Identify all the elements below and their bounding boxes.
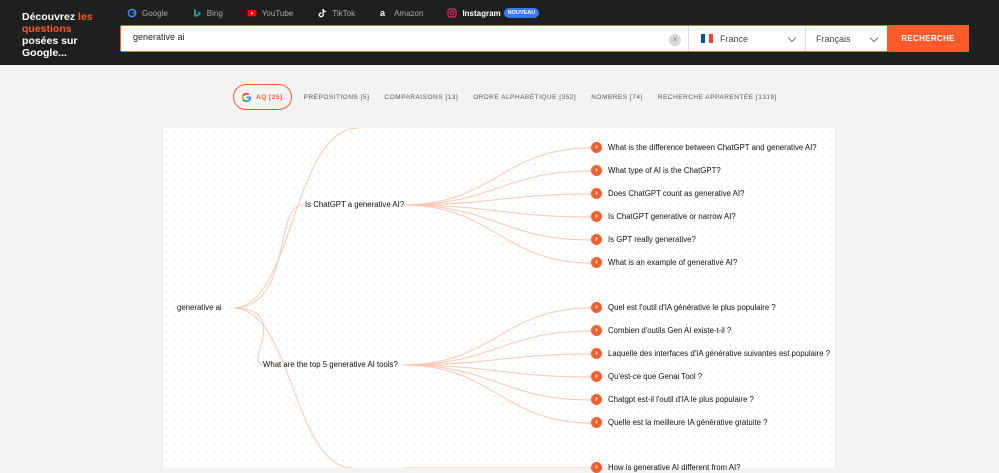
chevron-right-icon: › (591, 234, 602, 245)
search-button[interactable]: RECHERCHE (887, 25, 969, 52)
question-text: What is the difference between ChatGPT a… (608, 143, 817, 152)
question-item[interactable]: › Laquelle des interfaces d'IA générative… (591, 348, 830, 359)
filter-tabs: AQ [25] PRÉPOSITIONS [5] COMPARAISONS [1… (233, 84, 792, 110)
chevron-right-icon: › (591, 348, 602, 359)
brand-highlight: questions (22, 23, 72, 35)
question-text: What is an example of generative AI? (608, 258, 738, 267)
link-group (232, 128, 592, 468)
chevron-right-icon: › (591, 325, 602, 336)
filter-related-search[interactable]: RECHERCHE APPARENTÉE [1319] (658, 94, 777, 101)
tree-link (402, 364, 592, 401)
tab-label: Google (142, 8, 168, 18)
instagram-icon (447, 8, 458, 18)
chevron-right-icon: › (591, 211, 602, 222)
tree-link (402, 204, 592, 241)
language-select[interactable]: Français (805, 26, 887, 51)
amazon-icon: a (380, 8, 386, 18)
question-text: Chatgpt est-il l'outil d'IA le plus popu… (608, 395, 755, 404)
tab-label: Instagram (462, 8, 501, 18)
bing-icon (193, 9, 201, 17)
tab-google[interactable]: Google (127, 6, 168, 20)
tree-link (402, 204, 592, 264)
question-item[interactable]: › Quelle est la meilleure IA générative g… (591, 417, 768, 428)
question-tree-panel: generative ai Is ChatGPT a generative AI… (162, 128, 836, 473)
tiktok-icon (318, 9, 327, 18)
tree-link (232, 128, 359, 309)
question-item[interactable]: › Chatgpt est-il l'outil d'IA le plus pop… (591, 394, 754, 405)
tree-branch[interactable]: What are the top 5 generative AI tools? (263, 360, 398, 369)
chevron-right-icon: › (591, 371, 602, 382)
chevron-right-icon: › (591, 302, 602, 313)
question-text: What type of AI is the ChatGPT? (608, 166, 721, 175)
question-item[interactable]: › Does ChatGPT count as generative AI? (591, 188, 744, 199)
question-item[interactable]: › Qu'est-ce que Genai Tool ? (591, 371, 702, 382)
tree-link (402, 307, 592, 366)
france-flag-icon (701, 34, 713, 43)
country-select[interactable]: France (688, 26, 805, 51)
country-value: France (720, 33, 749, 44)
brand-tagline[interactable]: Découvrez les questions posées sur Googl… (22, 11, 94, 59)
google-icon (127, 8, 137, 18)
tree-branch[interactable]: Is ChatGPT a generative AI? (305, 200, 404, 209)
brand-highlight: les (78, 11, 93, 23)
chevron-right-icon: › (591, 165, 602, 176)
question-item[interactable]: › Is ChatGPT generative or narrow AI? (591, 211, 736, 222)
tab-amazon[interactable]: a Amazon (379, 6, 423, 20)
question-item[interactable]: › What is an example of generative AI? (591, 257, 737, 268)
youtube-icon (247, 10, 257, 17)
tree-link (232, 307, 265, 366)
chevron-down-icon (869, 33, 879, 43)
tab-label: TikTok (332, 8, 356, 18)
tree-root[interactable]: generative ai (177, 303, 222, 312)
filter-numbers[interactable]: NOMBRES [74] (591, 94, 643, 101)
tree-link (402, 364, 592, 424)
question-item[interactable]: › Quel est l'outil d'IA générative le plu… (591, 302, 776, 313)
clear-icon[interactable]: × (669, 34, 681, 46)
question-text: Does ChatGPT count as generative AI? (608, 189, 745, 198)
question-text: Combien d'outils Gen AI existe-t-il ? (608, 326, 732, 335)
question-item[interactable]: › What is the difference between ChatGPT … (591, 142, 817, 153)
question-item[interactable]: › What type of AI is the ChatGPT? (591, 165, 721, 176)
tab-label: YouTube (261, 8, 294, 18)
google-icon (241, 92, 252, 102)
brand-word: posées sur Google... (22, 35, 78, 59)
filter-prepositions[interactable]: PRÉPOSITIONS [5] (304, 94, 370, 101)
tab-youtube[interactable]: YouTube (247, 6, 293, 20)
tab-bing[interactable]: Bing (192, 6, 223, 20)
tab-tiktok[interactable]: TikTok (317, 6, 355, 20)
chevron-right-icon: › (591, 394, 602, 405)
new-badge: NOUVEAU (503, 8, 540, 18)
question-text: Qu'est-ce que Genai Tool ? (608, 372, 703, 381)
question-text: Is GPT really generative? (608, 235, 696, 244)
question-item[interactable]: › Combien d'outils Gen AI existe-t-il ? (591, 325, 731, 336)
top-header: Découvrez les questions posées sur Googl… (0, 0, 999, 65)
filter-comparisons[interactable]: COMPARAISONS [13] (384, 94, 458, 101)
tab-label: Bing (206, 8, 223, 18)
chevron-right-icon: › (591, 417, 602, 428)
language-value: Français (816, 33, 851, 44)
chevron-right-icon: › (591, 188, 602, 199)
question-text: Is ChatGPT generative or narrow AI? (608, 212, 736, 221)
tree-link (402, 147, 592, 206)
chevron-down-icon (787, 33, 797, 43)
question-text: Quelle est la meilleure IA générative gr… (608, 418, 768, 427)
filter-aq[interactable]: AQ [25] (233, 84, 292, 110)
chevron-right-icon: › (591, 257, 602, 268)
filter-alphabetical[interactable]: ORDRE ALPHABÉTIQUE [352] (473, 94, 576, 101)
filter-label: AQ [25] (256, 93, 283, 101)
svg-text:a: a (380, 8, 386, 18)
question-text: Laquelle des interfaces d'IA générative … (608, 349, 831, 358)
search-input[interactable] (133, 32, 653, 42)
tab-instagram[interactable]: Instagram NOUVEAU (447, 6, 547, 29)
source-tabs: Google Bing YouTube TikTok a Amazon Inst… (127, 6, 563, 29)
chevron-right-icon: › (591, 142, 602, 153)
question-text: Quel est l'outil d'IA générative le plus… (608, 303, 776, 312)
tab-label: Amazon (394, 8, 424, 18)
question-item[interactable]: › Is GPT really generative? (591, 234, 696, 245)
brand-word: Découvrez (22, 11, 76, 23)
tree-link (232, 307, 354, 468)
search-bar: × France Français RECHERCHE (120, 25, 969, 52)
